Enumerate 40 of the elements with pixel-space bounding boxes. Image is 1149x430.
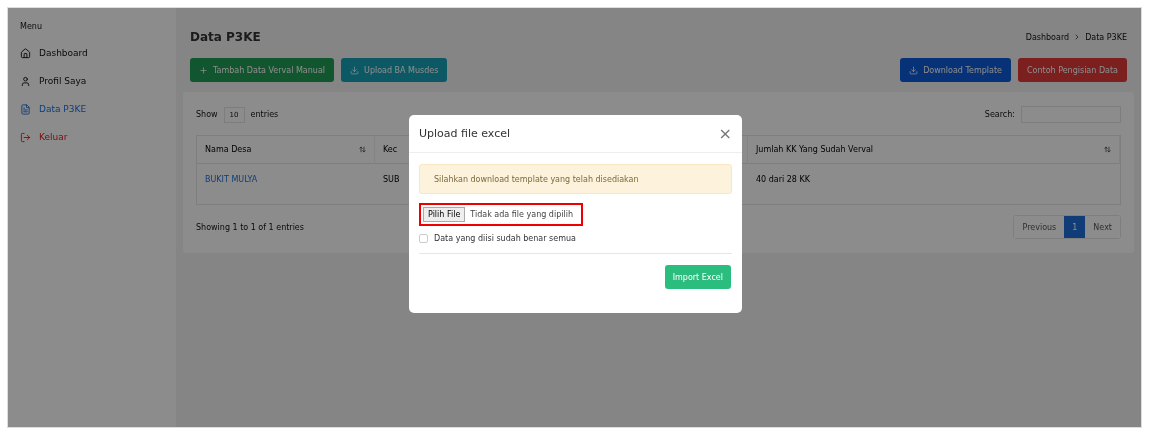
page-title: Data P3KE bbox=[190, 30, 261, 44]
file-status: Tidak ada file yang dipilih bbox=[470, 210, 573, 219]
action-button[interactable]: Tambah Data Verval Manual bbox=[190, 58, 335, 82]
table-cell: SUB bbox=[383, 175, 400, 184]
tray-arrow-icon bbox=[350, 65, 360, 75]
breadcrumb-item[interactable]: Dashboard bbox=[1025, 32, 1070, 42]
sidebar-item[interactable]: Profil Saya bbox=[20, 71, 164, 91]
info-alert: Silahkan download template yang telah disediakan bbox=[419, 164, 732, 194]
show-label: Show bbox=[196, 110, 218, 119]
column-header[interactable]: Nama Desa bbox=[197, 136, 375, 164]
choose-file-button[interactable]: Pilih File bbox=[423, 207, 466, 222]
home-icon bbox=[20, 47, 31, 59]
close-button[interactable]: × bbox=[718, 125, 732, 142]
dialog-title: Upload file excel bbox=[419, 127, 511, 140]
sidebar-item[interactable]: Data P3KE bbox=[20, 99, 164, 119]
file-input[interactable]: Pilih File Tidak ada file yang dipilih bbox=[419, 203, 583, 226]
document-icon bbox=[20, 103, 31, 115]
pagination-button[interactable]: 1 bbox=[1064, 216, 1086, 238]
user-icon bbox=[20, 75, 31, 87]
tray-arrow-icon bbox=[909, 65, 919, 75]
menu-heading: Menu bbox=[20, 22, 43, 31]
action-button[interactable]: Contoh Pengisian Data bbox=[1017, 58, 1127, 82]
sort-icon bbox=[1104, 146, 1111, 153]
sort-icon bbox=[359, 146, 366, 153]
entries-label: entries bbox=[250, 110, 279, 119]
checkbox-label: Data yang diisi sudah benar semua bbox=[434, 234, 576, 243]
column-header[interactable]: Jumlah KK Yang Sudah Verval bbox=[748, 136, 1120, 164]
sidebar-item[interactable]: Keluar bbox=[20, 127, 164, 147]
sidebar-item[interactable]: Dashboard bbox=[20, 43, 164, 63]
village-link[interactable]: BUKIT MULYA bbox=[205, 175, 258, 184]
import-button[interactable]: Import Excel bbox=[664, 265, 731, 289]
table-info: Showing 1 to 1 of 1 entries bbox=[196, 222, 304, 232]
plus-icon bbox=[199, 65, 208, 75]
logout-icon bbox=[20, 131, 31, 143]
action-button[interactable]: Upload BA Musdes bbox=[341, 58, 448, 82]
checkbox[interactable] bbox=[419, 234, 428, 243]
action-button[interactable]: Download Template bbox=[900, 58, 1011, 82]
breadcrumb-item: Data P3KE bbox=[1085, 32, 1127, 42]
table-cell: 40 dari 28 KK bbox=[756, 175, 810, 184]
search-label: Search: bbox=[984, 110, 1015, 119]
